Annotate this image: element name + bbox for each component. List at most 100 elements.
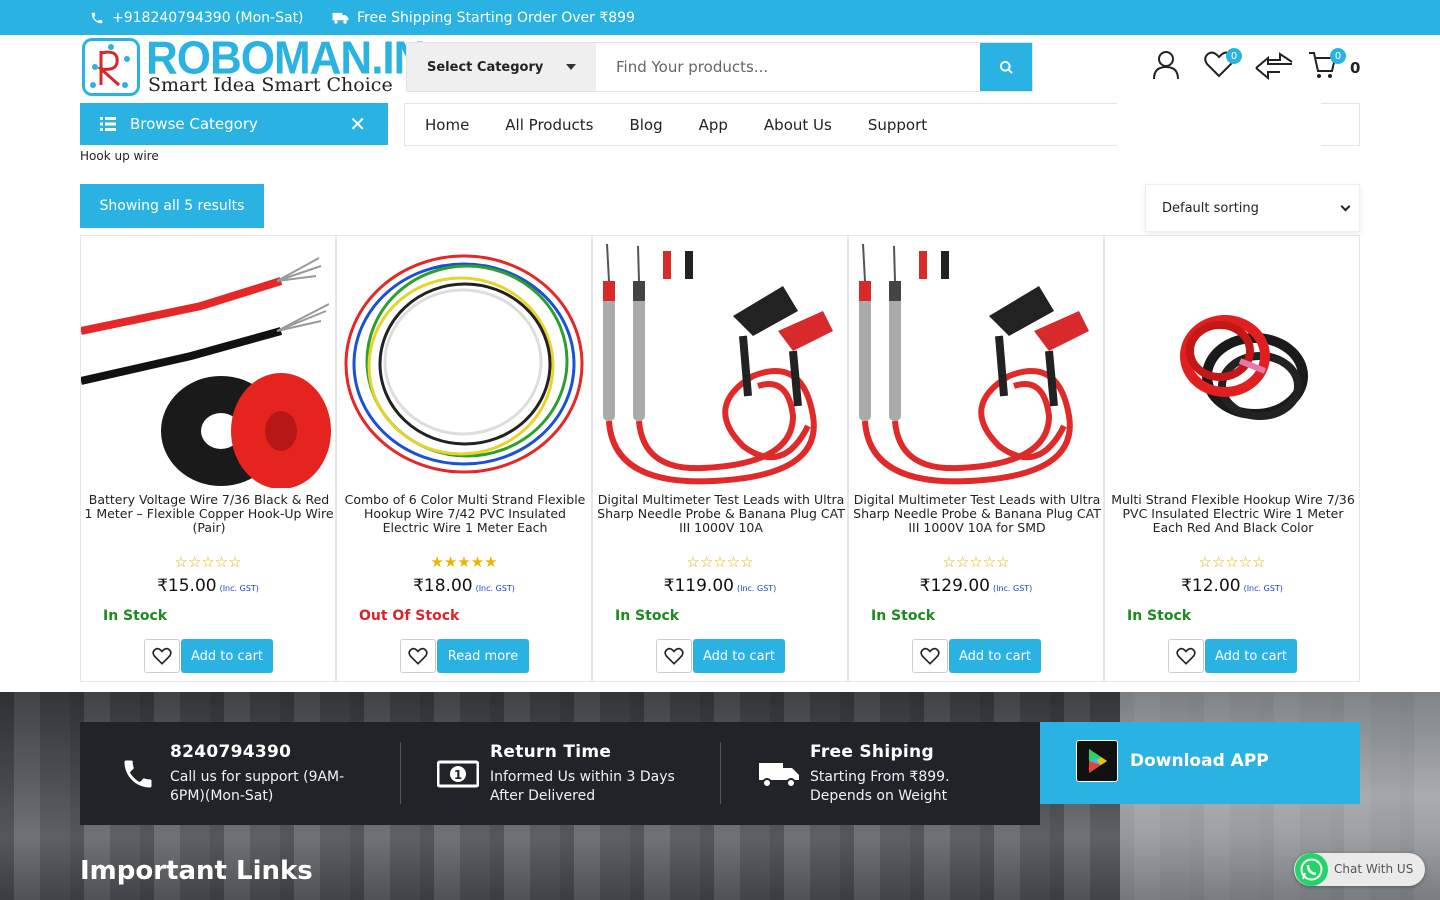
- price-value: ₹12.00: [1181, 576, 1241, 596]
- cart-button[interactable]: 0 0: [1308, 48, 1368, 90]
- product-card[interactable]: Combo of 6 Color Multi Strand Flexible H…: [336, 235, 592, 682]
- price-gst-note: (Inc. GST): [475, 584, 515, 593]
- star-icon: ☆: [228, 553, 242, 571]
- add-to-wishlist-button[interactable]: [400, 639, 436, 673]
- cart-total: 0: [1350, 59, 1361, 77]
- price-gst-note: (Inc. GST): [736, 584, 777, 593]
- product-image[interactable]: [81, 236, 335, 488]
- read-more-button[interactable]: Read more: [437, 639, 529, 673]
- add-to-wishlist-button[interactable]: [1168, 639, 1204, 673]
- feature-title: Return Time: [490, 742, 612, 762]
- add-to-cart-button[interactable]: Add to cart: [949, 639, 1041, 673]
- product-title[interactable]: Digital Multimeter Test Leads with Ultra…: [595, 493, 847, 535]
- phone-icon: [124, 760, 152, 788]
- add-to-cart-button[interactable]: Add to cart: [181, 639, 273, 673]
- star-icon: ☆: [1198, 553, 1212, 571]
- feature-shipping: Free Shiping Starting From ₹899. Depends…: [720, 722, 1040, 825]
- compare-button[interactable]: [1254, 50, 1294, 90]
- nav-item-support[interactable]: Support: [868, 116, 927, 134]
- browse-category-button[interactable]: Browse Category ✕: [80, 103, 388, 145]
- add-to-cart-button[interactable]: Add to cart: [693, 639, 785, 673]
- wishlist-count-badge: 0: [1226, 48, 1242, 64]
- site-logo[interactable]: ROBOMAN.IN Smart Idea Smart Choice: [82, 33, 425, 96]
- product-price: ₹12.00 (Inc. GST): [1105, 576, 1359, 596]
- main-nav: Home All Products Blog App About Us Supp…: [404, 102, 1360, 148]
- product-title[interactable]: Digital Multimeter Test Leads with Ultra…: [851, 493, 1103, 535]
- product-image[interactable]: [1105, 236, 1359, 488]
- star-icon: ☆: [1252, 553, 1266, 571]
- google-play-icon: [1076, 740, 1118, 782]
- nav-item-all-products[interactable]: All Products: [505, 116, 593, 134]
- price-gst-note: (Inc. GST): [992, 584, 1033, 593]
- product-title[interactable]: Combo of 6 Color Multi Strand Flexible H…: [339, 493, 591, 535]
- stock-status: In Stock: [103, 608, 168, 624]
- star-icon: ☆: [201, 553, 215, 571]
- star-icon: ☆: [699, 553, 714, 571]
- product-image[interactable]: [337, 236, 591, 488]
- download-app-button[interactable]: Download APP: [1040, 722, 1360, 804]
- star-rating: ★★★★★: [337, 553, 591, 571]
- stock-status: In Stock: [871, 608, 936, 624]
- sorting-select[interactable]: Default sorting: [1145, 184, 1360, 232]
- feature-strip: 8240794390 Call us for support (9AM-6PM)…: [80, 722, 1040, 825]
- product-title[interactable]: Multi Strand Flexible Hookup Wire 7/36 P…: [1107, 493, 1359, 535]
- star-icon: ☆: [1211, 553, 1226, 571]
- star-rating: ☆☆☆☆☆: [1105, 553, 1359, 571]
- add-to-wishlist-button[interactable]: [144, 639, 180, 673]
- product-price: ₹129.00 (Inc. GST): [849, 576, 1103, 596]
- important-links-heading: Important Links: [80, 856, 313, 886]
- add-to-wishlist-button[interactable]: [912, 639, 948, 673]
- add-to-cart-button[interactable]: Add to cart: [1205, 639, 1297, 673]
- star-icon: ☆: [686, 553, 700, 571]
- feature-title[interactable]: 8240794390: [170, 742, 291, 762]
- topbar-phone[interactable]: +918240794390 (Mon-Sat): [90, 0, 304, 35]
- star-icon: ★: [430, 553, 444, 571]
- category-select[interactable]: Select Category: [407, 43, 596, 91]
- product-title[interactable]: Battery Voltage Wire 7/36 Black & Red 1 …: [83, 493, 335, 535]
- star-rating: ☆☆☆☆☆: [81, 553, 335, 571]
- star-icon: ☆: [214, 553, 229, 571]
- product-price: ₹119.00 (Inc. GST): [593, 576, 847, 596]
- nav-item-about-us[interactable]: About Us: [764, 116, 832, 134]
- product-image[interactable]: [593, 236, 847, 488]
- star-rating: ☆☆☆☆☆: [849, 553, 1103, 571]
- star-icon: ☆: [996, 553, 1010, 571]
- nav-item-home[interactable]: Home: [425, 116, 469, 134]
- account-button[interactable]: [1152, 50, 1182, 90]
- nav-item-blog[interactable]: Blog: [629, 116, 662, 134]
- product-image[interactable]: [849, 236, 1103, 488]
- product-card[interactable]: Digital Multimeter Test Leads with Ultra…: [848, 235, 1104, 682]
- product-grid: Battery Voltage Wire 7/36 Black & Red 1 …: [80, 235, 1360, 682]
- product-card[interactable]: Multi Strand Flexible Hookup Wire 7/36 P…: [1104, 235, 1360, 682]
- search-input[interactable]: [596, 43, 980, 91]
- wishlist-button[interactable]: 0: [1204, 48, 1244, 90]
- star-icon: ☆: [1225, 553, 1239, 571]
- compare-icon: [1255, 52, 1293, 81]
- feature-support: 8240794390 Call us for support (9AM-6PM)…: [80, 722, 400, 825]
- close-icon[interactable]: ✕: [349, 112, 366, 136]
- download-app-label: Download APP: [1130, 751, 1269, 771]
- star-icon: ★: [484, 553, 498, 571]
- add-to-wishlist-button[interactable]: [656, 639, 692, 673]
- chevron-down-icon: [1340, 201, 1351, 212]
- price-value: ₹119.00: [663, 576, 734, 596]
- top-bar: +918240794390 (Mon-Sat) Free Shipping St…: [0, 0, 1440, 35]
- user-icon: [1153, 51, 1179, 80]
- phone-icon: [91, 12, 103, 23]
- whatsapp-chat-button[interactable]: Chat With US: [1294, 853, 1425, 886]
- star-icon: ☆: [713, 553, 727, 571]
- stock-status: In Stock: [615, 608, 680, 624]
- nav-item-app[interactable]: App: [699, 116, 728, 134]
- heart-icon: [664, 647, 684, 665]
- heart-icon: [1176, 647, 1196, 665]
- chat-label: Chat With US: [1334, 862, 1414, 876]
- star-icon: ☆: [982, 553, 997, 571]
- price-value: ₹18.00: [413, 576, 473, 596]
- search-button[interactable]: [980, 43, 1032, 91]
- truck-icon: [759, 763, 799, 788]
- list-icon: [100, 117, 116, 131]
- product-card[interactable]: Battery Voltage Wire 7/36 Black & Red 1 …: [80, 235, 336, 682]
- stock-status: In Stock: [1127, 608, 1192, 624]
- product-card[interactable]: Digital Multimeter Test Leads with Ultra…: [592, 235, 848, 682]
- star-icon: ★: [443, 553, 458, 571]
